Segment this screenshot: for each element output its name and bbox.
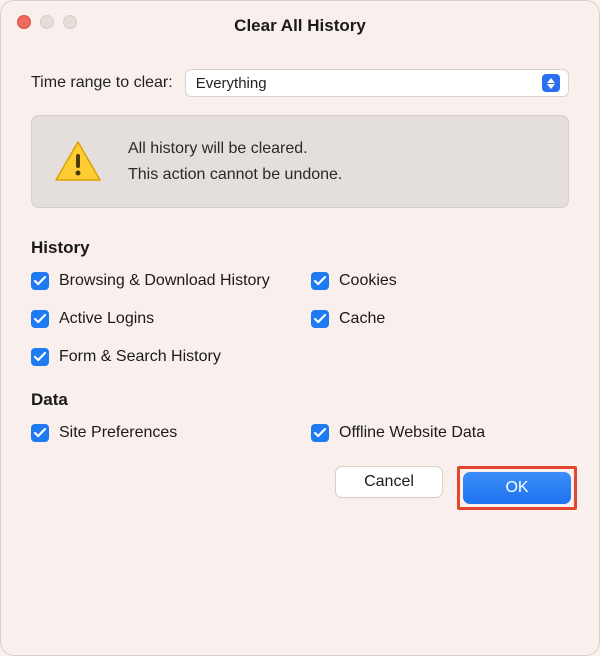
dialog-title: Clear All History <box>1 10 599 36</box>
time-range-row: Time range to clear: Everything <box>31 69 569 97</box>
warning-line-2: This action cannot be undone. <box>128 162 342 188</box>
dialog-buttons: Cancel OK <box>1 452 599 510</box>
checkbox-label: Cache <box>339 310 385 328</box>
clear-history-dialog: Clear All History Time range to clear: E… <box>0 0 600 656</box>
checkbox-active-logins[interactable]: Active Logins <box>31 310 311 328</box>
data-options: Site Preferences Offline Website Data <box>31 424 569 442</box>
time-range-value: Everything <box>196 75 267 92</box>
checkmark-icon <box>311 424 329 442</box>
warning-panel: All history will be cleared. This action… <box>31 115 569 208</box>
checkmark-icon <box>31 310 49 328</box>
ok-button[interactable]: OK <box>463 472 571 504</box>
warning-line-1: All history will be cleared. <box>128 136 342 162</box>
checkmark-icon <box>31 424 49 442</box>
titlebar: Clear All History <box>1 1 599 45</box>
checkbox-label: Cookies <box>339 272 397 290</box>
checkbox-cookies[interactable]: Cookies <box>311 272 569 290</box>
ok-button-highlight: OK <box>457 466 577 510</box>
checkmark-icon <box>31 348 49 366</box>
checkbox-label: Form & Search History <box>59 348 221 366</box>
select-arrow-icon <box>542 74 560 92</box>
minimize-window-button[interactable] <box>40 15 54 29</box>
checkbox-label: Active Logins <box>59 310 154 328</box>
checkbox-browsing-download-history[interactable]: Browsing & Download History <box>31 272 311 290</box>
cancel-button[interactable]: Cancel <box>335 466 443 498</box>
time-range-label: Time range to clear: <box>31 74 173 92</box>
time-range-select[interactable]: Everything <box>185 69 569 97</box>
close-window-button[interactable] <box>17 15 31 29</box>
warning-text: All history will be cleared. This action… <box>128 136 342 187</box>
checkbox-label: Site Preferences <box>59 424 177 442</box>
warning-icon <box>54 140 102 184</box>
window-controls <box>17 15 77 29</box>
checkbox-label: Offline Website Data <box>339 424 485 442</box>
checkbox-site-preferences[interactable]: Site Preferences <box>31 424 311 442</box>
checkbox-label: Browsing & Download History <box>59 272 270 290</box>
history-section-title: History <box>31 238 569 258</box>
checkmark-icon <box>311 310 329 328</box>
zoom-window-button[interactable] <box>63 15 77 29</box>
checkbox-offline-website-data[interactable]: Offline Website Data <box>311 424 569 442</box>
checkbox-form-search-history[interactable]: Form & Search History <box>31 348 311 366</box>
checkmark-icon <box>311 272 329 290</box>
checkbox-cache[interactable]: Cache <box>311 310 569 328</box>
checkmark-icon <box>31 272 49 290</box>
history-options: Browsing & Download History Cookies Acti… <box>31 272 569 366</box>
data-section-title: Data <box>31 390 569 410</box>
